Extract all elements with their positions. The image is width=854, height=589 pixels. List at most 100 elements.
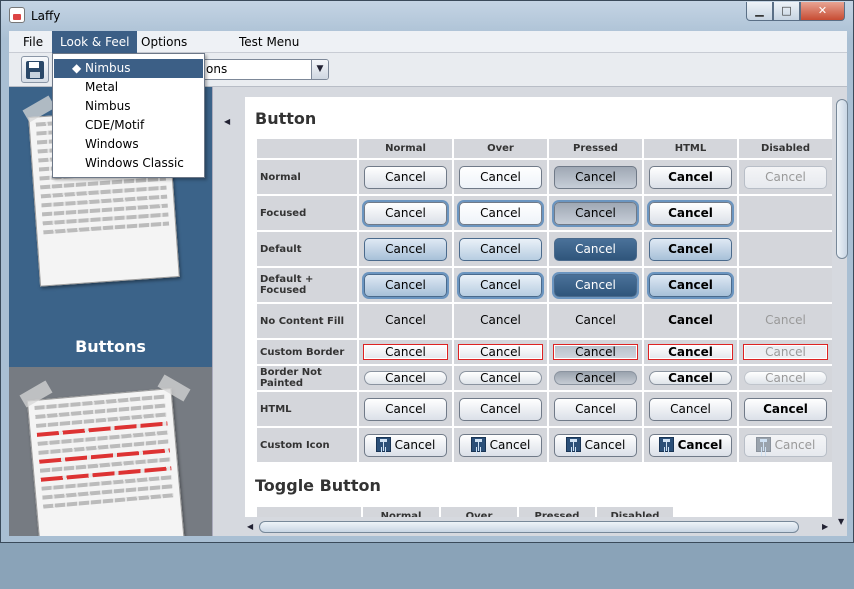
custom-icon <box>755 436 771 452</box>
cancel-button[interactable]: Cancel <box>459 273 542 297</box>
cancel-button[interactable]: Cancel <box>363 344 448 360</box>
cancel-button[interactable]: Cancel <box>649 371 732 385</box>
cancel-button[interactable]: Cancel <box>649 273 732 297</box>
cancel-button[interactable]: Cancel <box>554 201 637 225</box>
button-label: Cancel <box>385 241 426 256</box>
column-header: Pressed <box>549 139 642 158</box>
cancel-button[interactable]: Cancel <box>459 310 542 333</box>
table-cell: Cancel <box>549 268 642 302</box>
split-pane-divider[interactable] <box>212 87 428 536</box>
row-label: HTML <box>257 392 357 426</box>
scroll-left-icon[interactable]: ◀ <box>247 522 253 531</box>
cancel-button[interactable]: Cancel <box>364 310 447 333</box>
scrollbar-thumb[interactable] <box>259 521 799 533</box>
table-cell: Cancel <box>644 160 737 194</box>
content-page: Button Normal Over Pressed HTML Disabled… <box>245 97 832 517</box>
main-content: Button Normal Over Pressed HTML Disabled… <box>235 87 849 536</box>
save-button[interactable] <box>21 56 49 83</box>
cancel-button[interactable]: Cancel <box>554 237 637 261</box>
cancel-button[interactable]: Cancel <box>364 273 447 297</box>
column-header: Normal <box>359 139 452 158</box>
content-vertical-scrollbar[interactable] <box>835 97 849 517</box>
menu-file[interactable]: File <box>15 31 51 53</box>
menu-look-and-feel[interactable]: Look & Feel <box>52 31 138 53</box>
cancel-button[interactable]: Cancel <box>459 397 542 421</box>
button-label: Cancel <box>480 277 521 292</box>
cancel-button[interactable]: Cancel <box>364 201 447 225</box>
table-cell <box>739 232 832 266</box>
menu-item-nimbus[interactable]: Nimbus <box>54 97 203 116</box>
cancel-button[interactable]: Cancel <box>459 165 542 189</box>
cancel-button[interactable]: Cancel <box>744 397 827 421</box>
column-header: Disabled <box>739 139 832 158</box>
menu-item-nimbus-selected[interactable]: ◆ Nimbus <box>54 59 203 78</box>
cancel-button[interactable]: Cancel <box>649 201 732 225</box>
menu-item-windows[interactable]: Windows <box>54 135 203 154</box>
table-cell: Cancel <box>359 304 452 338</box>
button-label: Cancel <box>677 437 723 452</box>
table-row: Custom Icon Cancel Cancel Cancel Cancel Cance… <box>257 428 832 462</box>
cancel-button[interactable]: Cancel <box>459 237 542 261</box>
close-button[interactable]: ✕ <box>800 2 845 21</box>
table-row: HTML Cancel Cancel Cancel Cancel Cancel <box>257 392 832 426</box>
cancel-button[interactable]: Cancel <box>364 433 447 457</box>
button-label: Cancel <box>480 401 521 416</box>
button-label: Cancel <box>774 437 816 452</box>
cancel-button[interactable]: Cancel <box>364 237 447 261</box>
cancel-button[interactable]: Cancel <box>364 371 447 385</box>
cancel-button[interactable]: Cancel <box>649 397 732 421</box>
cancel-button[interactable]: Cancel <box>458 344 543 360</box>
chevron-down-icon[interactable]: ▼ <box>311 60 328 79</box>
cancel-button[interactable]: Cancel <box>364 397 447 421</box>
custom-icon <box>658 436 674 452</box>
cancel-button[interactable]: Cancel <box>554 397 637 421</box>
menu-test-menu[interactable]: Test Menu <box>231 31 307 53</box>
cancel-button: Cancel <box>744 371 827 385</box>
minimize-button[interactable]: ▁ <box>746 2 773 21</box>
cancel-button[interactable]: Cancel <box>649 433 732 457</box>
custom-icon <box>375 436 391 452</box>
button-label: Cancel <box>765 345 806 359</box>
button-label: Cancel <box>575 205 616 220</box>
cancel-button[interactable]: Cancel <box>554 165 637 189</box>
cancel-button[interactable]: Cancel <box>554 273 637 297</box>
scroll-right-icon[interactable]: ▶ <box>822 522 828 531</box>
row-label: Focused <box>257 196 357 230</box>
section-combo-box[interactable]: ons ▼ <box>199 59 329 80</box>
menu-item-metal[interactable]: Metal <box>54 78 203 97</box>
cancel-button[interactable]: Cancel <box>553 344 638 360</box>
cancel-button[interactable]: Cancel <box>554 371 637 385</box>
cancel-button[interactable]: Cancel <box>364 165 447 189</box>
sidebar-item-label: Buttons <box>75 337 146 356</box>
cancel-button[interactable]: Cancel <box>459 371 542 385</box>
button-label: Cancel <box>480 169 521 184</box>
scrollbar-thumb[interactable] <box>836 99 848 259</box>
cancel-button[interactable]: Cancel <box>554 433 637 457</box>
title-bar[interactable]: Laffy ▁ □ ✕ <box>1 1 853 31</box>
sidebar-item-next[interactable] <box>9 369 212 536</box>
content-horizontal-scrollbar[interactable]: ◀ ▶ <box>245 520 832 534</box>
table-row: Border Not Painted Cancel Cancel Cancel Canc… <box>257 366 832 390</box>
cancel-button[interactable]: Cancel <box>554 310 637 333</box>
table-cell: Cancel <box>549 366 642 390</box>
cancel-button[interactable]: Cancel <box>649 310 732 333</box>
collapse-arrow-icon[interactable]: ◀ <box>224 117 230 126</box>
table-cell: Cancel <box>549 392 642 426</box>
column-header: HTML <box>644 139 737 158</box>
table-row: Focused Cancel Cancel Cancel Cancel <box>257 196 832 230</box>
menu-item-windows-classic[interactable]: Windows Classic <box>54 154 203 173</box>
cancel-button[interactable]: Cancel <box>649 237 732 261</box>
button-label: Cancel <box>385 312 426 327</box>
menu-item-cde-motif[interactable]: CDE/Motif <box>54 116 203 135</box>
menu-options[interactable]: Options <box>133 31 195 53</box>
cancel-button[interactable]: Cancel <box>649 165 732 189</box>
button-label: Cancel <box>575 401 616 416</box>
cancel-button[interactable]: Cancel <box>459 201 542 225</box>
cancel-button[interactable]: Cancel <box>648 344 733 360</box>
cancel-button[interactable]: Cancel <box>459 433 542 457</box>
scroll-down-icon[interactable]: ▼ <box>838 517 844 526</box>
table-row: Default + Focused Cancel Cancel Cancel Cance… <box>257 268 832 302</box>
table-cell: Cancel <box>359 340 452 364</box>
button-label: Cancel <box>763 401 808 416</box>
maximize-button[interactable]: □ <box>773 2 800 21</box>
